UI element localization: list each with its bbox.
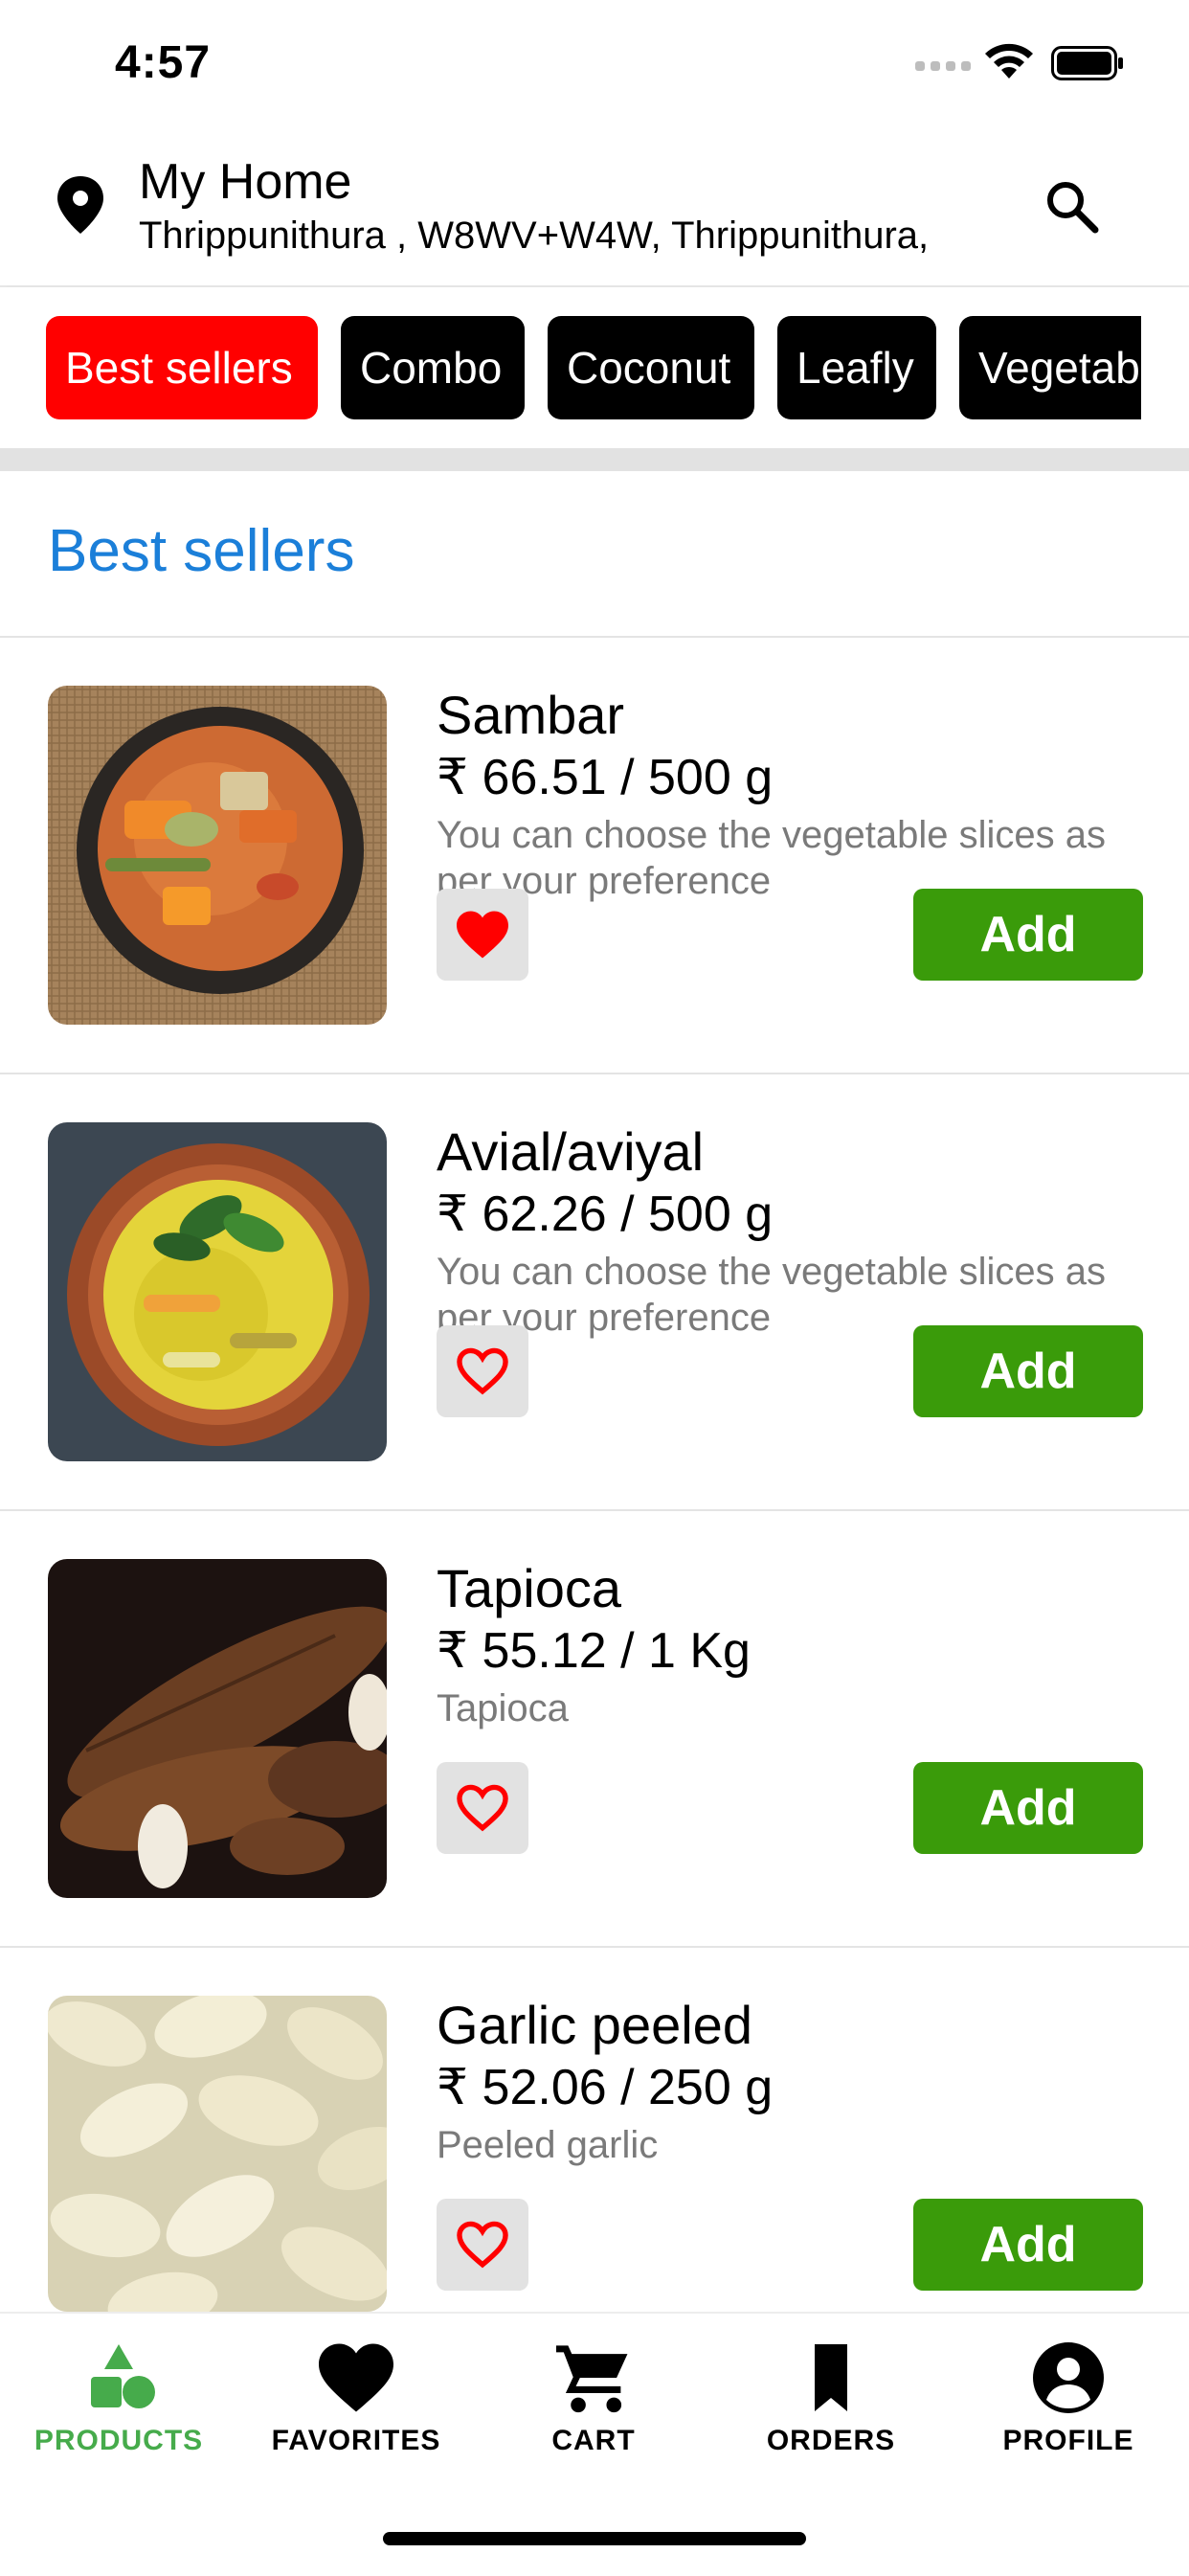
tab-label: ORDERS [766, 2425, 896, 2456]
tab-label: FAVORITES [271, 2425, 441, 2456]
tab-favorites[interactable]: FAVORITES [237, 2340, 475, 2494]
tab-products[interactable]: PRODUCTS [0, 2340, 237, 2494]
location-address[interactable]: Thrippunithura , W8WV+W4W, Thrippunithur… [139, 215, 929, 258]
add-to-cart-button[interactable]: Add [913, 2199, 1143, 2291]
search-icon[interactable] [1043, 178, 1099, 234]
section-separator [0, 448, 1189, 471]
bookmark-icon [815, 2344, 847, 2411]
product-image-tapioca[interactable] [48, 1559, 387, 1898]
product-image-garlic[interactable] [48, 1996, 387, 2312]
section-title: Best sellers [48, 518, 355, 584]
products-icon [91, 2344, 155, 2408]
cart-icon [556, 2345, 628, 2413]
home-indicator[interactable] [383, 2532, 806, 2545]
product-image-sambar[interactable] [48, 686, 387, 1025]
product-description: Tapioca [437, 1687, 569, 1729]
favorite-button[interactable] [437, 1325, 528, 1417]
favorite-button[interactable] [437, 2199, 528, 2291]
tab-label: PROFILE [1002, 2425, 1134, 2456]
category-chip-best-sellers[interactable]: Best sellers [46, 316, 318, 419]
favorite-button[interactable] [437, 889, 528, 981]
category-chip-leafly[interactable]: Leafly [777, 316, 936, 419]
tab-label: PRODUCTS [34, 2425, 204, 2456]
product-price: ₹ 66.51 / 500 g [437, 750, 774, 805]
product-image-avial[interactable] [48, 1122, 387, 1461]
category-bar: Best sellers Combo Coconut Leafly Vegeta… [0, 287, 1189, 448]
product-name: Sambar [437, 685, 625, 745]
product-name: Garlic peeled [437, 1995, 752, 2055]
tab-orders[interactable]: ORDERS [712, 2340, 950, 2494]
add-to-cart-button[interactable]: Add [913, 1325, 1143, 1417]
location-title[interactable]: My Home [139, 153, 351, 211]
category-chip-coconut[interactable]: Coconut [548, 316, 754, 419]
add-to-cart-button[interactable]: Add [913, 1762, 1143, 1854]
product-row: Garlic peeled ₹ 52.06 / 250 g Peeled gar… [0, 1948, 1189, 2312]
category-chip-vegetables[interactable]: Vegetab [959, 316, 1141, 419]
product-description: Peeled garlic [437, 2124, 659, 2166]
cellular-signal-icon [915, 61, 971, 71]
category-chip-combo[interactable]: Combo [341, 316, 525, 419]
product-row: Sambar ₹ 66.51 / 500 g You can choose th… [0, 638, 1189, 1073]
product-price: ₹ 52.06 / 250 g [437, 2060, 774, 2115]
location-pin-icon [57, 176, 103, 234]
heart-icon [319, 2343, 393, 2412]
battery-icon [1051, 46, 1123, 80]
product-price: ₹ 55.12 / 1 Kg [437, 1623, 751, 1679]
product-name: Avial/aviyal [437, 1121, 705, 1182]
heart-outline-icon [457, 1784, 508, 1832]
tab-profile[interactable]: PROFILE [950, 2340, 1187, 2494]
favorite-button[interactable] [437, 1762, 528, 1854]
tab-label: CART [551, 2425, 636, 2456]
tab-cart[interactable]: CART [475, 2340, 712, 2494]
profile-icon [1033, 2342, 1104, 2413]
product-price: ₹ 62.26 / 500 g [437, 1186, 774, 1242]
product-name: Tapioca [437, 1558, 622, 1618]
status-bar: 4:57 [0, 0, 1189, 134]
status-time: 4:57 [115, 37, 212, 88]
heart-outline-icon [457, 1347, 508, 1395]
product-row: Avial/aviyal ₹ 62.26 / 500 g You can cho… [0, 1074, 1189, 1509]
heart-filled-icon [457, 911, 508, 959]
wifi-icon [985, 43, 1033, 79]
product-row: Tapioca ₹ 55.12 / 1 Kg Tapioca Add [0, 1511, 1189, 1946]
heart-outline-icon [457, 2221, 508, 2269]
add-to-cart-button[interactable]: Add [913, 889, 1143, 981]
